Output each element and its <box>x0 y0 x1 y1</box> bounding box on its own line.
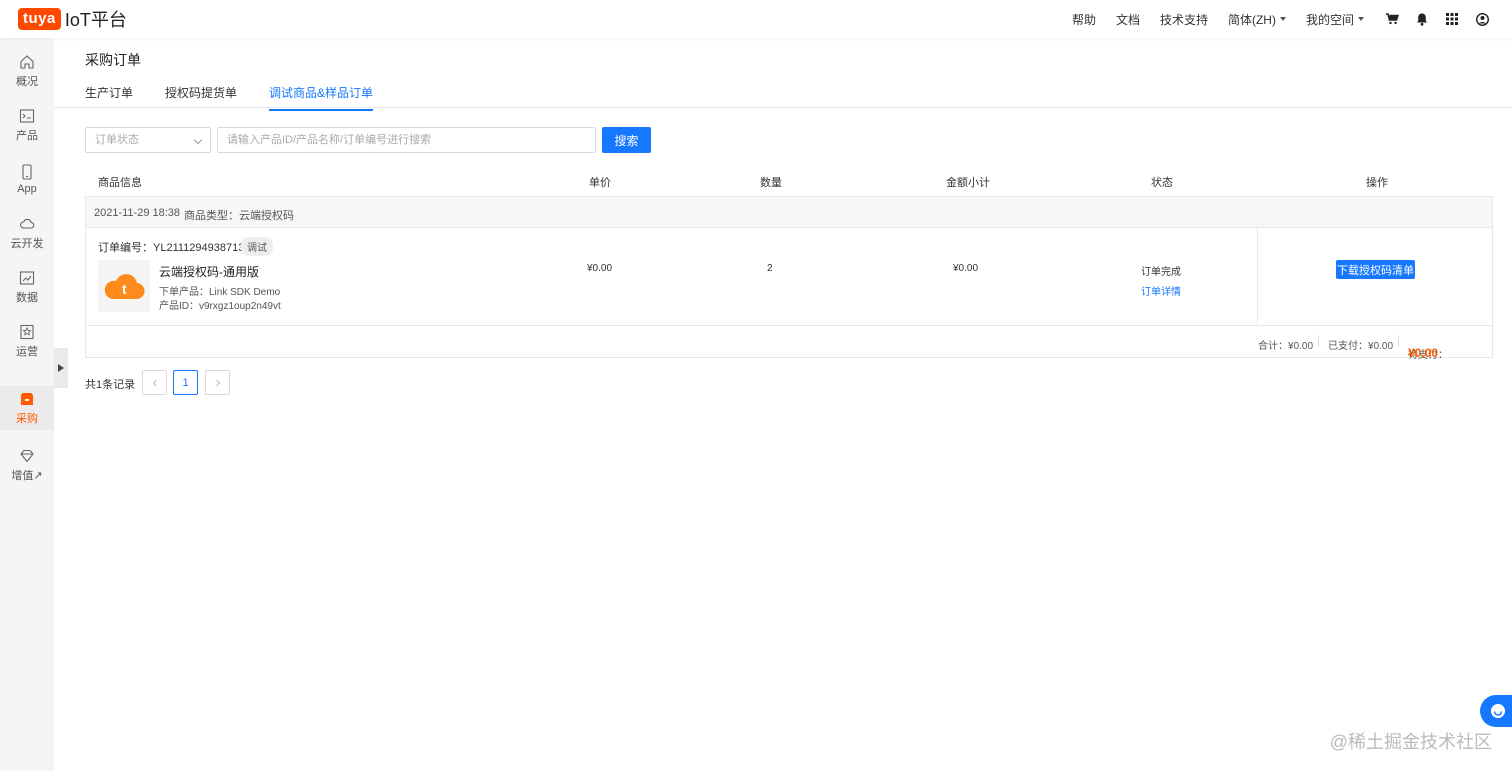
sidebar-item-overview[interactable]: 概况 <box>0 46 54 96</box>
page-1-button[interactable]: 1 <box>173 370 198 395</box>
user-icon[interactable] <box>1474 11 1490 27</box>
total-records: 共1条记录 <box>85 379 136 391</box>
sidebar-item-app[interactable]: App <box>0 154 54 204</box>
sidebar-item-label: 运营 <box>16 345 38 358</box>
order-status: 订单完成 <box>1141 267 1181 278</box>
debug-tag: 调试 <box>241 237 273 256</box>
terminal-icon <box>19 108 35 123</box>
download-auth-code-button[interactable]: 下载授权码清单 <box>1336 260 1415 279</box>
search-button[interactable]: 搜索 <box>602 127 651 153</box>
column-header-actions: 操作 <box>1366 177 1388 189</box>
sidebar-item-label: 云开发 <box>10 237 44 250</box>
action-column-divider <box>1257 228 1258 325</box>
order-summary: 合计：¥0.00 已支付：¥0.00 待支付： ¥0.00 <box>86 326 1492 361</box>
logo-text: IoT平台 <box>64 10 127 30</box>
next-page-button[interactable] <box>205 370 230 395</box>
watermark: @稀土掘金技术社区 <box>1329 732 1492 752</box>
nav-support-link[interactable]: 技术支持 <box>1160 11 1208 28</box>
sidebar-item-cloud-dev[interactable]: 云开发 <box>0 208 54 258</box>
language-dropdown[interactable]: 简体(ZH) <box>1228 11 1286 28</box>
sidebar-item-label: 采购 <box>16 412 38 425</box>
chat-icon <box>1491 704 1505 718</box>
tabs-divider <box>54 107 1512 108</box>
sidebar-item-label: 数据 <box>16 291 38 304</box>
order-status-select[interactable]: 订单状态 <box>85 127 211 153</box>
unit-price: ¥0.00 <box>587 263 613 274</box>
prev-page-button[interactable] <box>142 370 167 395</box>
help-chat-button[interactable] <box>1480 695 1512 727</box>
sidebar-item-value-added[interactable]: 增值↗ <box>0 440 54 490</box>
order-detail-link[interactable]: 订单详情 <box>1141 283 1181 298</box>
column-header-unit-price: 单价 <box>589 177 611 189</box>
sidebar-item-label: 增值↗ <box>11 469 43 482</box>
column-header-subtotal: 金额小计 <box>946 177 990 189</box>
chevron-down-icon <box>193 135 203 145</box>
divider <box>1318 335 1319 347</box>
pending-amount: ¥0.00 <box>1408 346 1439 360</box>
chevron-left-icon <box>152 379 157 386</box>
chevron-down-icon <box>1279 17 1286 21</box>
language-label: 简体(ZH) <box>1227 12 1276 27</box>
cloud-icon <box>20 218 35 229</box>
sidebar: 概况 产品 App 云开发 数据 运营 采购 增值↗ <box>0 38 54 771</box>
sidebar-item-label: 产品 <box>16 129 38 142</box>
logo-badge: tuya <box>18 8 61 30</box>
chevron-down-icon <box>1358 17 1364 21</box>
order-status-placeholder: 订单状态 <box>95 134 139 146</box>
order-header: 2021-11-29 18:38 商品类型：云端授权码 <box>86 197 1492 228</box>
caret-right-icon <box>58 364 64 372</box>
star-box-icon <box>20 324 34 339</box>
subtotal: ¥0.00 <box>953 263 979 274</box>
nav-help-link[interactable]: 帮助 <box>1072 11 1096 28</box>
bell-icon[interactable] <box>1414 11 1430 27</box>
order-datetime: 2021-11-29 18:38 <box>94 207 181 219</box>
column-header-product-info: 商品信息 <box>98 177 142 189</box>
sidebar-expand-toggle[interactable] <box>54 348 68 388</box>
product-name: 云端授权码-通用版 <box>159 265 259 279</box>
product-id: 产品ID：v9rxgz1oup2n49vt <box>159 301 281 312</box>
page-title: 采购订单 <box>85 52 141 68</box>
diamond-icon <box>20 449 34 462</box>
order-paid: 已支付：¥0.00 <box>1328 341 1394 352</box>
sidebar-item-product[interactable]: 产品 <box>0 100 54 150</box>
workspace-label: 我的空间 <box>1305 12 1354 27</box>
sidebar-item-data[interactable]: 数据 <box>0 262 54 312</box>
cart-icon[interactable] <box>1384 11 1400 27</box>
cloud-logo-icon: t <box>104 274 145 300</box>
sidebar-item-operations[interactable]: 运营 <box>0 316 54 366</box>
workspace-dropdown[interactable]: 我的空间 <box>1306 11 1364 28</box>
phone-icon <box>22 163 32 180</box>
divider <box>1398 335 1399 347</box>
top-nav: 帮助 文档 技术支持 简体(ZH) 我的空间 <box>1072 0 1512 38</box>
column-header-status: 状态 <box>1151 177 1173 189</box>
column-header-quantity: 数量 <box>760 177 782 189</box>
order-row: 订单编号：YL2111294938713S 调试 t 云端授权码-通用版 下单产… <box>86 228 1492 326</box>
sidebar-item-label: App <box>17 182 37 195</box>
shop-icon <box>20 392 34 405</box>
product-thumbnail: t <box>98 260 150 312</box>
search-input[interactable] <box>217 127 596 153</box>
grid-icon[interactable] <box>1444 11 1460 27</box>
top-bar: tuya IoT平台 帮助 文档 技术支持 简体(ZH) 我的空间 <box>0 0 1512 38</box>
order-total: 合计：¥0.00 <box>1258 341 1314 352</box>
order-card: 2021-11-29 18:38 商品类型：云端授权码 订单编号：YL21112… <box>85 196 1493 361</box>
ordered-product: 下单产品：Link SDK Demo <box>159 287 281 298</box>
sidebar-item-label: 概况 <box>16 75 38 88</box>
sidebar-item-purchase[interactable]: 采购 <box>0 386 54 430</box>
svg-text:t: t <box>122 281 127 297</box>
quantity: 2 <box>767 263 773 274</box>
chevron-right-icon <box>215 379 220 386</box>
tuya-logo[interactable]: tuya IoT平台 <box>18 7 127 31</box>
nav-docs-link[interactable]: 文档 <box>1116 11 1140 28</box>
order-product-type: 商品类型：云端授权码 <box>184 210 294 222</box>
home-icon <box>20 54 34 69</box>
chart-icon <box>19 270 35 285</box>
order-number: 订单编号：YL2111294938713S <box>98 242 252 254</box>
